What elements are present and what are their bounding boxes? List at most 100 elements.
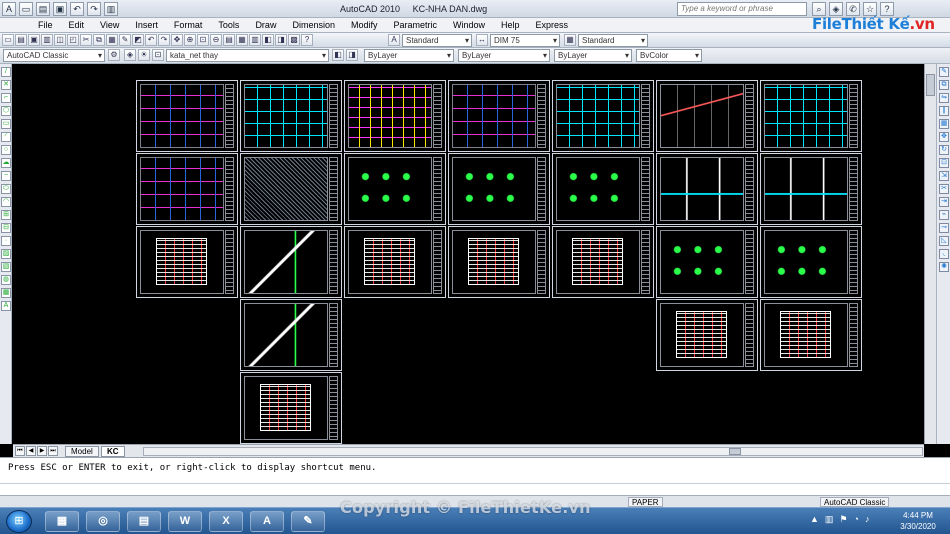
make-current-icon[interactable]: ◧ bbox=[332, 49, 344, 61]
linetype-select[interactable]: ByLayer bbox=[458, 49, 550, 62]
fillet-icon[interactable]: ◟ bbox=[939, 249, 949, 259]
menu-view[interactable]: View bbox=[92, 20, 127, 31]
block-editor-icon[interactable]: ◩ bbox=[132, 34, 144, 46]
taskbar-autocad-icon[interactable]: A bbox=[250, 511, 284, 532]
drawing-sheet[interactable] bbox=[240, 153, 342, 225]
polyline-icon[interactable]: ⌐ bbox=[1, 93, 11, 103]
vertical-scrollbar[interactable] bbox=[924, 64, 936, 444]
plot-icon[interactable]: ▥ bbox=[104, 2, 118, 16]
drawing-sheet[interactable] bbox=[448, 226, 550, 298]
last-tab-icon[interactable]: ⏭ bbox=[48, 446, 58, 456]
join-icon[interactable]: ⊸ bbox=[939, 223, 949, 233]
drawing-sheet[interactable] bbox=[136, 226, 238, 298]
taskbar-app-icon[interactable]: ▦ bbox=[45, 511, 79, 532]
menu-tools[interactable]: Tools bbox=[210, 20, 247, 31]
drawing-sheet[interactable] bbox=[656, 226, 758, 298]
design-center-icon[interactable]: ▦ bbox=[236, 34, 248, 46]
drawing-sheet[interactable] bbox=[136, 153, 238, 225]
stretch-icon[interactable]: ⇲ bbox=[939, 171, 949, 181]
match-properties-icon[interactable]: ✎ bbox=[119, 34, 131, 46]
mtext-icon[interactable]: A bbox=[1, 301, 11, 311]
menu-parametric[interactable]: Parametric bbox=[386, 20, 446, 31]
circle-icon[interactable]: ○ bbox=[1, 145, 11, 155]
mirror-icon[interactable]: ⇋ bbox=[939, 93, 949, 103]
extend-icon[interactable]: ⇥ bbox=[939, 197, 949, 207]
drawing-sheet[interactable] bbox=[344, 80, 446, 152]
drawing-sheet[interactable] bbox=[552, 226, 654, 298]
undo-tb-icon[interactable]: ↶ bbox=[145, 34, 157, 46]
table-icon[interactable]: ▦ bbox=[1, 288, 11, 298]
favorites-icon[interactable]: ☆ bbox=[863, 2, 877, 16]
start-button[interactable]: ⊞ bbox=[6, 510, 32, 533]
taskbar-excel-icon[interactable]: X bbox=[209, 511, 243, 532]
layer-properties-icon[interactable]: ◈ bbox=[124, 49, 136, 61]
make-block-icon[interactable]: ⊟ bbox=[1, 223, 11, 233]
open-icon[interactable]: ▤ bbox=[36, 2, 50, 16]
tool-palettes-icon[interactable]: ▥ bbox=[249, 34, 261, 46]
save-icon[interactable]: ▣ bbox=[53, 2, 67, 16]
hatch-icon[interactable]: ▨ bbox=[1, 249, 11, 259]
point-icon[interactable]: · bbox=[1, 236, 11, 246]
undo-icon[interactable]: ↶ bbox=[70, 2, 84, 16]
color-select[interactable]: ByLayer bbox=[364, 49, 454, 62]
qnew-icon[interactable]: ▭ bbox=[2, 34, 14, 46]
menu-format[interactable]: Format bbox=[166, 20, 211, 31]
construction-line-icon[interactable]: ✕ bbox=[1, 80, 11, 90]
lineweight-select[interactable]: ByLayer bbox=[554, 49, 632, 62]
print-icon[interactable]: ▥ bbox=[41, 34, 53, 46]
table-style-select[interactable]: Standard bbox=[578, 34, 648, 47]
layer-lock-icon[interactable]: ⊡ bbox=[152, 49, 164, 61]
new-icon[interactable]: ▭ bbox=[19, 2, 33, 16]
taskbar-word-icon[interactable]: W bbox=[168, 511, 202, 532]
copy-object-icon[interactable]: ⧉ bbox=[939, 80, 949, 90]
rectangle-icon[interactable]: ▭ bbox=[1, 119, 11, 129]
help-tb-icon[interactable]: ? bbox=[301, 34, 313, 46]
markup-icon[interactable]: ◨ bbox=[275, 34, 287, 46]
drawing-sheet[interactable] bbox=[448, 153, 550, 225]
drawing-sheet[interactable] bbox=[344, 226, 446, 298]
arc-icon[interactable]: ◜ bbox=[1, 132, 11, 142]
paste-icon[interactable]: ▦ bbox=[106, 34, 118, 46]
status-workspace-switch[interactable]: AutoCAD Classic bbox=[820, 497, 890, 507]
drawing-sheet[interactable] bbox=[240, 80, 342, 152]
drawing-sheet[interactable] bbox=[448, 80, 550, 152]
drawing-sheet[interactable] bbox=[552, 80, 654, 152]
help-icon[interactable]: ? bbox=[880, 2, 894, 16]
app-menu-icon[interactable]: A bbox=[2, 2, 16, 16]
drawing-sheet[interactable] bbox=[240, 299, 342, 371]
menu-edit[interactable]: Edit bbox=[61, 20, 93, 31]
text-style-icon[interactable]: A bbox=[388, 34, 400, 46]
open-file-icon[interactable]: ▤ bbox=[15, 34, 27, 46]
horizontal-scroll-thumb[interactable] bbox=[729, 448, 741, 455]
tray-signal-icon[interactable]: ◔ bbox=[854, 514, 859, 525]
break-icon[interactable]: ⌁ bbox=[939, 210, 949, 220]
first-tab-icon[interactable]: ⏮ bbox=[15, 446, 25, 456]
dim-style-select[interactable]: DIM 75 bbox=[490, 34, 560, 47]
plotstyle-select[interactable]: BvColor bbox=[636, 49, 702, 62]
tray-flag-icon[interactable]: ⚑ bbox=[839, 514, 847, 525]
redo-icon[interactable]: ↷ bbox=[87, 2, 101, 16]
horizontal-scrollbar[interactable] bbox=[143, 447, 923, 456]
zoom-realtime-icon[interactable]: ⊕ bbox=[184, 34, 196, 46]
menu-help[interactable]: Help bbox=[493, 20, 528, 31]
region-icon[interactable]: ◍ bbox=[1, 275, 11, 285]
redo-tb-icon[interactable]: ↷ bbox=[158, 34, 170, 46]
polygon-icon[interactable]: ⬡ bbox=[1, 106, 11, 116]
subscription-icon[interactable]: ◈ bbox=[829, 2, 843, 16]
table-style-icon[interactable]: ▦ bbox=[564, 34, 576, 46]
search-icon[interactable]: ⌕ bbox=[812, 2, 826, 16]
paper-space-toggle[interactable]: PAPER bbox=[628, 497, 663, 507]
tray-arrow-icon[interactable]: ▲ bbox=[810, 514, 819, 525]
offset-icon[interactable]: ∥ bbox=[939, 106, 949, 116]
workspace-select[interactable]: AutoCAD Classic bbox=[3, 49, 105, 62]
drawing-sheet[interactable] bbox=[760, 299, 862, 371]
scale-icon[interactable]: ⊡ bbox=[939, 158, 949, 168]
line-icon[interactable]: / bbox=[1, 67, 11, 77]
menu-modify[interactable]: Modify bbox=[343, 20, 386, 31]
drawing-sheet[interactable] bbox=[344, 153, 446, 225]
help-search-input[interactable]: Type a keyword or phrase bbox=[677, 2, 807, 16]
taskbar-clock[interactable]: 4:44 PM 3/30/2020 bbox=[888, 510, 948, 532]
quickcalc-icon[interactable]: ▩ bbox=[288, 34, 300, 46]
tray-volume-icon[interactable]: ♪ bbox=[865, 514, 870, 525]
tab-layout-kc[interactable]: KC bbox=[101, 446, 125, 457]
